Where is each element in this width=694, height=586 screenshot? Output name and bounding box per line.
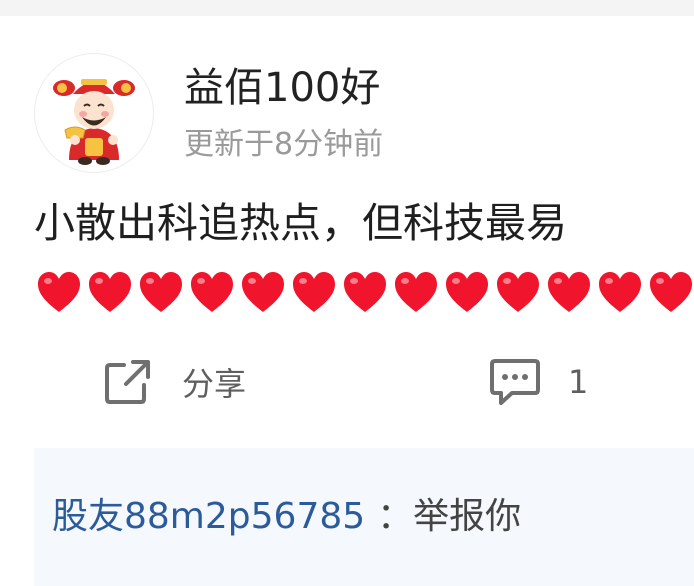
heart-icon [650, 272, 692, 312]
updated-time: 更新于8分钟前 [184, 127, 384, 162]
author-name[interactable]: 益佰100好 [184, 62, 380, 114]
heart-icon [293, 272, 335, 312]
share-icon [105, 360, 150, 404]
comment-button[interactable]: 1 [488, 355, 588, 409]
fortune-god-avatar-icon [53, 79, 135, 165]
comment-preview[interactable]: 股友88m2p56785 ：举报你 [34, 448, 694, 586]
heart-icon [242, 272, 284, 312]
comment-count: 1 [568, 363, 589, 401]
comment-line: 股友88m2p56785 ：举报你 [52, 492, 521, 542]
heart-icon [497, 272, 539, 312]
heart-icon [599, 272, 641, 312]
heart-icon [395, 272, 437, 312]
comment-text: 举报你 [413, 496, 522, 537]
share-button[interactable]: 分享 [102, 355, 246, 409]
post-content[interactable]: 小散出科追热点，但科技最易 [34, 194, 694, 252]
heart-icon [38, 272, 80, 312]
share-label: 分享 [182, 365, 247, 403]
heart-icon [344, 272, 386, 312]
comment-author-link[interactable]: 股友88m2p56785 [52, 496, 365, 537]
heart-icon [140, 272, 182, 312]
top-band [0, 0, 694, 16]
heart-icon [446, 272, 488, 312]
heart-emoji-row [36, 270, 694, 316]
avatar[interactable] [34, 53, 154, 173]
heart-icon [89, 272, 131, 312]
heart-icon [191, 272, 233, 312]
comment-icon [490, 359, 540, 405]
heart-icon [548, 272, 590, 312]
comment-separator: ： [377, 496, 414, 537]
